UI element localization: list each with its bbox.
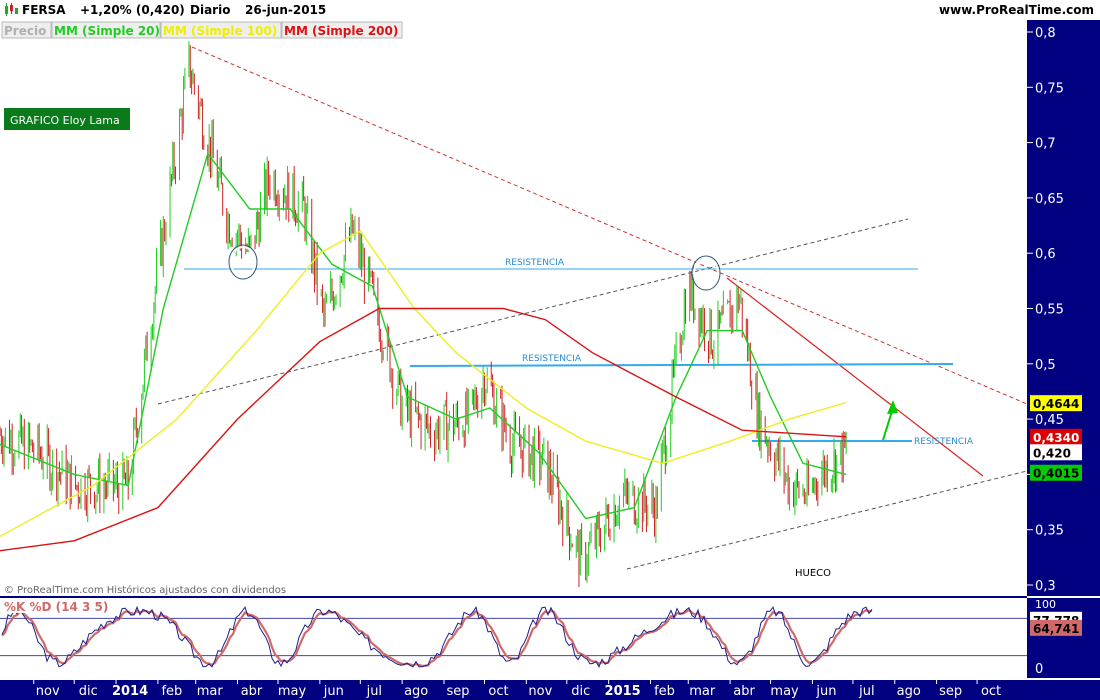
- last-value-label: 0,4340: [1033, 431, 1079, 445]
- time-tick-label: nov: [36, 684, 60, 699]
- time-tick-label: 2014: [112, 684, 148, 699]
- time-tick-label: feb: [161, 684, 182, 699]
- stoch-panel-bg: [0, 598, 1027, 680]
- indicator-legend: Precio MM (Simple 20) MM (Simple 100) MM…: [1, 21, 403, 39]
- price-chart[interactable]: 77,77864,741 0,30,350,40,450,50,550,60,6…: [0, 0, 1100, 700]
- time-tick-label: jul: [858, 684, 874, 699]
- gap-label: HUECO: [795, 568, 831, 579]
- price-tick-label: 0,3: [1035, 579, 1056, 594]
- time-tick-label: feb: [654, 684, 675, 699]
- price-tick-label: 0,7: [1035, 137, 1056, 152]
- time-tick-label: 2015: [605, 684, 641, 699]
- time-tick-label: dic: [571, 684, 590, 699]
- copyright-text: © ProRealTime.com Históricos ajustados c…: [4, 584, 286, 596]
- author-label: GRAFICO Eloy Lama: [4, 108, 130, 130]
- author-text: GRAFICO Eloy Lama: [10, 114, 120, 127]
- time-tick-label: abr: [733, 684, 755, 699]
- stoch-legend: %K %D (14 3 5): [2, 599, 108, 614]
- time-tick-label: jun: [815, 684, 836, 699]
- time-tick-label: oct: [488, 684, 508, 699]
- time-tick-label: jul: [366, 684, 382, 699]
- time-tick-label: oct: [981, 684, 1001, 699]
- price-tick-label: 0,6: [1035, 247, 1056, 262]
- stoch-legend-text: %K %D (14 3 5): [4, 600, 108, 614]
- time-tick-label: jun: [323, 684, 344, 699]
- time-tick-label: mar: [197, 684, 224, 699]
- stoch-tick-label: 100: [1035, 598, 1056, 611]
- price-tick-label: 0,35: [1035, 524, 1064, 539]
- legend-ma20: MM (Simple 20): [54, 24, 160, 38]
- stoch-d-label: 64,741: [1033, 622, 1079, 636]
- time-tick-label: sep: [939, 684, 962, 699]
- time-tick-label: ago: [404, 684, 428, 699]
- price-tick-label: 0,55: [1035, 303, 1064, 318]
- price-tick-label: 0,65: [1035, 192, 1064, 207]
- last-value-label: 0,420: [1033, 446, 1071, 460]
- time-tick-label: ago: [897, 684, 921, 699]
- legend-ma200: MM (Simple 200): [284, 24, 398, 38]
- time-tick-label: abr: [241, 684, 263, 699]
- resistance-label-2: RESISTENCIA: [522, 354, 582, 364]
- last-value-label: 0,4015: [1033, 467, 1079, 481]
- price-tick-label: 0,75: [1035, 81, 1064, 96]
- price-tick-label: 0,45: [1035, 413, 1064, 428]
- resistance-label-1: RESISTENCIA: [505, 258, 565, 268]
- time-tick-label: nov: [528, 684, 552, 699]
- time-tick-label: dic: [79, 684, 98, 699]
- time-tick-label: mar: [689, 684, 716, 699]
- time-tick-label: may: [770, 684, 799, 699]
- stoch-tick-label: 0: [1035, 662, 1043, 677]
- resistance-label-3: RESISTENCIA: [914, 437, 974, 447]
- price-tick-label: 0,8: [1035, 26, 1056, 41]
- price-tick-label: 0,5: [1035, 358, 1056, 373]
- time-tick-label: may: [278, 684, 307, 699]
- legend-ma100: MM (Simple 100): [163, 24, 277, 38]
- time-tick-label: sep: [446, 684, 469, 699]
- last-value-label: 0,4644: [1033, 397, 1079, 411]
- legend-price: Precio: [4, 24, 46, 38]
